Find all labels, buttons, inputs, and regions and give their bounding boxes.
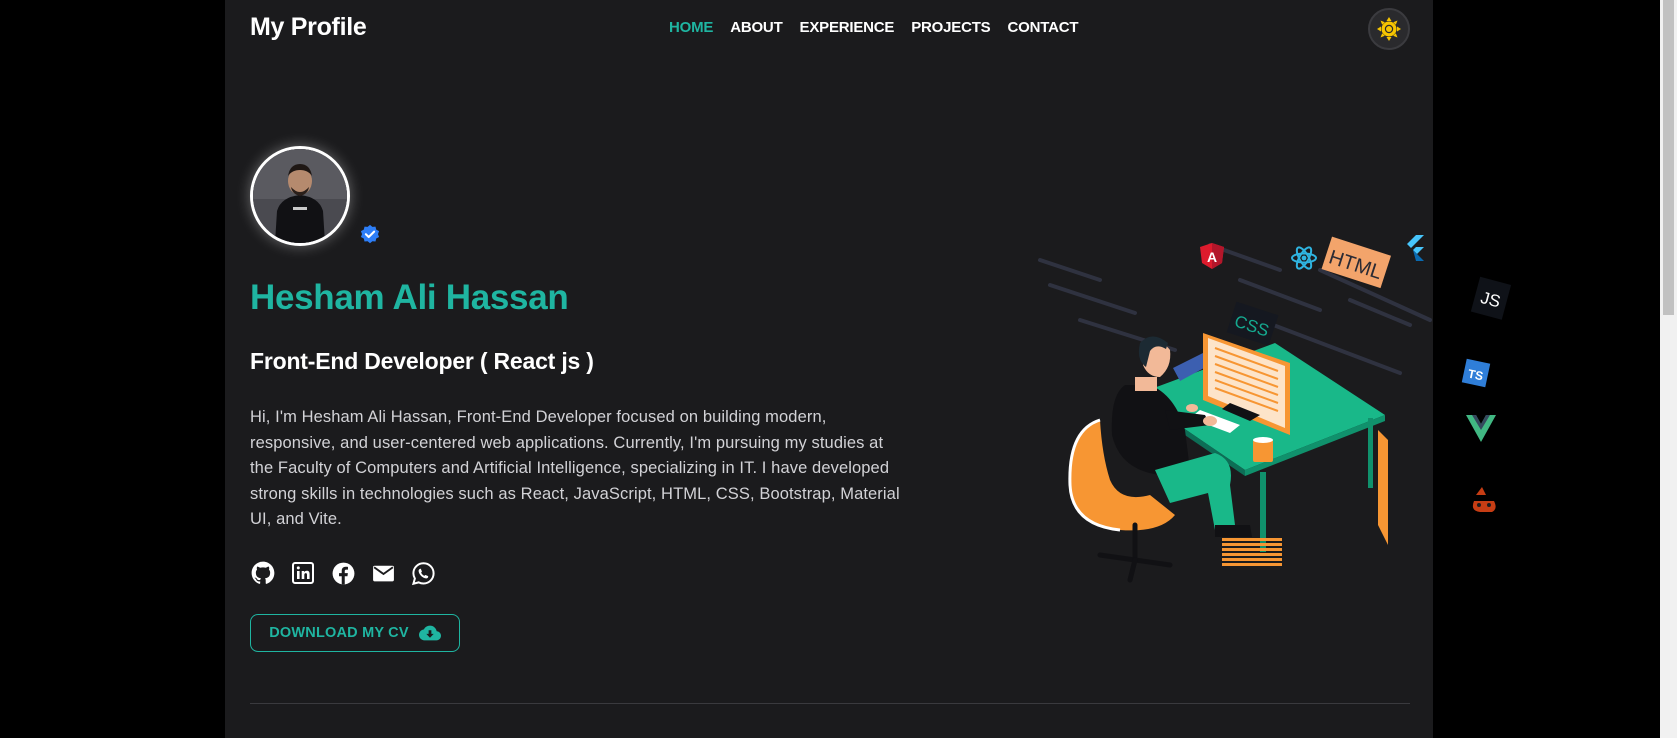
scrollbar-thumb[interactable] — [1663, 0, 1674, 315]
linkedin-icon — [292, 562, 314, 584]
html-badge: HTML — [1321, 236, 1391, 289]
linkedin-link[interactable] — [290, 560, 316, 586]
nav-about[interactable]: ABOUT — [730, 19, 783, 36]
profile-name: Hesham Ali Hassan — [250, 278, 569, 317]
page: My Profile HOME ABOUT EXPERIENCE PROJECT… — [225, 0, 1512, 738]
email-link[interactable] — [370, 560, 396, 586]
facebook-icon — [332, 562, 354, 584]
jest-icon — [1472, 487, 1496, 512]
social-links — [250, 560, 436, 586]
avatar-wrapper — [250, 146, 350, 246]
css-badge: CSS — [1226, 301, 1279, 346]
profile-role: Front-End Developer ( React js ) — [250, 348, 594, 374]
section-divider — [250, 703, 1410, 704]
github-link[interactable] — [250, 560, 276, 586]
cloud-download-icon — [418, 625, 441, 641]
js-badge: JS — [1470, 276, 1512, 320]
facebook-link[interactable] — [330, 560, 356, 586]
flutter-icon — [1407, 235, 1424, 261]
ts-badge: TS — [1461, 358, 1491, 388]
nav-contact[interactable]: CONTACT — [1008, 19, 1079, 36]
nav-projects[interactable]: PROJECTS — [911, 19, 990, 36]
vue-icon — [1466, 415, 1496, 442]
main-nav: HOME ABOUT EXPERIENCE PROJECTS CONTACT — [669, 19, 1079, 36]
whatsapp-icon — [411, 561, 435, 585]
verified-badge-icon — [360, 224, 380, 244]
developer-illustration: A HTML CSS JS TS — [1038, 235, 1512, 583]
header: My Profile HOME ABOUT EXPERIENCE PROJECT… — [225, 0, 1433, 56]
theme-toggle-button[interactable] — [1368, 8, 1410, 50]
whatsapp-link[interactable] — [410, 560, 436, 586]
nav-experience[interactable]: EXPERIENCE — [800, 19, 895, 36]
avatar — [250, 146, 350, 246]
profile-bio: Hi, I'm Hesham Ali Hassan, Front-End Dev… — [250, 408, 900, 528]
download-cv-button[interactable]: DOWNLOAD MY CV — [250, 614, 460, 652]
react-icon — [1291, 246, 1317, 270]
sun-icon — [1377, 17, 1401, 41]
download-cv-label: DOWNLOAD MY CV — [269, 625, 409, 641]
nav-home[interactable]: HOME — [669, 19, 713, 36]
github-icon — [251, 561, 275, 584]
angular-icon: A — [1200, 243, 1224, 269]
brand-title[interactable]: My Profile — [250, 13, 367, 42]
email-icon — [372, 565, 394, 581]
svg-text:A: A — [1207, 249, 1217, 265]
